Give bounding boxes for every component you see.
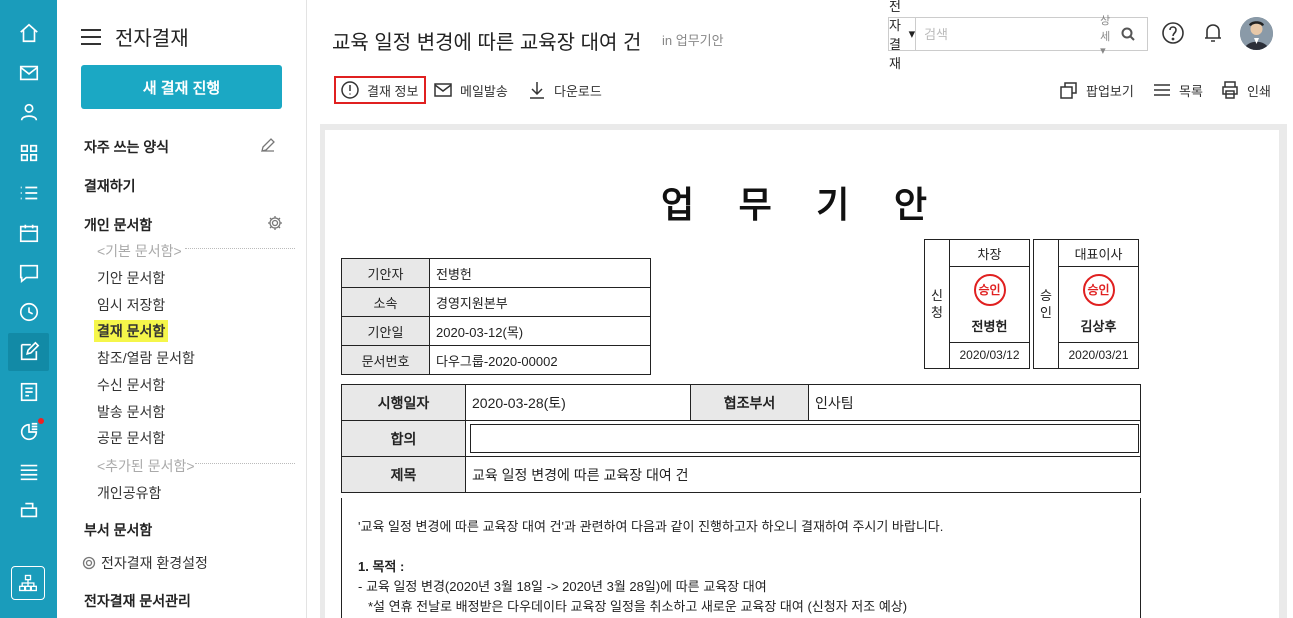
sidebar-settings[interactable]: 전자결재 환경설정: [81, 553, 208, 573]
sidebar-header: 전자결재: [81, 22, 189, 51]
notification-dot: [38, 418, 44, 424]
sidebar-added-category: <추가된 문서함>: [97, 458, 195, 474]
sidebar-item-draft[interactable]: 기안 문서함: [97, 268, 165, 288]
bell-icon[interactable]: [1201, 21, 1225, 45]
print-button[interactable]: 인쇄: [1220, 76, 1271, 104]
send-mail-button[interactable]: 메일발송: [433, 76, 508, 104]
mail-icon: [434, 83, 452, 97]
icon-rail: [0, 0, 57, 618]
sidebar-basic-category: <기본 문서함>: [97, 243, 182, 259]
mail-icon[interactable]: [16, 60, 42, 86]
app: 전자결재 새 결재 진행 자주 쓰는 양식 결재하기 개인 문서함 <기본 문서…: [0, 0, 1293, 618]
list-icon: [1154, 84, 1170, 96]
sidebar-settings-label: 전자결재 환경설정: [101, 555, 208, 571]
clock-icon[interactable]: [16, 299, 42, 325]
approved-stamp: 승인: [1082, 273, 1115, 306]
toolbar: 결재 정보 메일발송 다운로드 팝업보기 목록 인쇄: [307, 68, 1293, 114]
apps-icon[interactable]: [16, 140, 42, 166]
search-scope-select[interactable]: 전자결재 ▾: [889, 0, 917, 71]
menu-icon[interactable]: [81, 28, 101, 45]
calendar-icon[interactable]: [16, 220, 42, 246]
asset-icon[interactable]: [16, 497, 42, 523]
list-button[interactable]: 목록: [1152, 76, 1203, 104]
document-paper: 업 무 기 안 기안자 전병헌 소속 경영지원본부 기안일 2020-03-12(목)…: [325, 130, 1279, 618]
document-title: 업 무 기 안: [660, 185, 944, 226]
divider: [185, 248, 295, 249]
help-icon[interactable]: [1161, 21, 1185, 45]
download-icon: [530, 82, 544, 99]
drafter-info-table: 기안자 전병헌 소속 경영지원본부 기안일 2020-03-12(목) 문서번호 다우그…: [341, 258, 651, 375]
settings-gear-icon: [82, 556, 96, 570]
sidebar-approve[interactable]: 결재하기: [84, 176, 136, 196]
main-content: 교육 일정 변경에 따른 교육장 대여 건 in 업무기안 전자결재 ▾ 상세 …: [307, 0, 1293, 618]
sidebar-item-received[interactable]: 수신 문서함: [97, 375, 165, 395]
sidebar-item-temp[interactable]: 임시 저장함: [97, 295, 165, 315]
approver-approval-box: 승 인 대표이사 승인 김상후 2020/03/21: [1033, 238, 1139, 370]
apply-approval-box: 신 청 차장 승인 전병헌 2020/03/12: [924, 238, 1030, 370]
sidebar-favorites[interactable]: 자주 쓰는 양식: [84, 137, 169, 157]
archive-icon[interactable]: [16, 459, 42, 485]
search-advanced[interactable]: 상세 ▾: [1100, 12, 1111, 57]
list-icon[interactable]: [16, 180, 42, 206]
edit-icon[interactable]: [260, 137, 276, 153]
sidebar-item-reference[interactable]: 참조/열람 문서함: [97, 348, 195, 368]
download-button[interactable]: 다운로드: [527, 76, 602, 104]
approval-info-button[interactable]: 결재 정보: [334, 76, 427, 104]
board-icon[interactable]: [16, 379, 42, 405]
popup-view-button[interactable]: 팝업보기: [1059, 76, 1134, 104]
search-bar: 전자결재 ▾ 상세 ▾: [888, 0, 1148, 71]
user-icon[interactable]: [16, 99, 42, 125]
org-chart-icon[interactable]: [11, 566, 45, 600]
search-input[interactable]: [916, 18, 1101, 50]
printer-icon: [1222, 81, 1238, 99]
gear-icon[interactable]: [267, 215, 283, 231]
sidebar-manage[interactable]: 전자결재 문서관리: [84, 591, 191, 611]
document-main-table: 시행일자 2020-03-28(토) 협조부서 인사팀 합의 제목 교육 일정 …: [341, 384, 1141, 493]
approval-icon[interactable]: [8, 333, 49, 371]
sidebar-item-approval[interactable]: 결재 문서함: [94, 320, 169, 342]
chat-icon[interactable]: [16, 260, 42, 286]
agreement-field: [470, 424, 1139, 453]
info-icon: [341, 81, 359, 99]
document-subject: 교육 일정 변경에 따른 교육장 대여 건: [465, 456, 1141, 493]
avatar[interactable]: [1240, 17, 1273, 50]
divider: [195, 463, 295, 464]
home-icon[interactable]: [16, 20, 42, 46]
sidebar: 전자결재 새 결재 진행 자주 쓰는 양식 결재하기 개인 문서함 <기본 문서…: [57, 0, 307, 618]
sidebar-dept[interactable]: 부서 문서함: [84, 520, 152, 540]
popup-icon: [1060, 82, 1077, 99]
new-approval-button[interactable]: 새 결재 진행: [81, 65, 282, 109]
approved-stamp: 승인: [973, 273, 1006, 306]
document-body: '교육 일정 변경에 따른 교육장 대여 건'과 관련하여 다음과 같이 진행하…: [341, 498, 1141, 618]
page-title: 교육 일정 변경에 따른 교육장 대여 건: [332, 32, 642, 54]
sidebar-title: 전자결재: [115, 28, 189, 50]
sidebar-item-official[interactable]: 공문 문서함: [97, 428, 165, 448]
page-subtitle: in 업무기안: [662, 33, 724, 48]
sidebar-personal[interactable]: 개인 문서함: [84, 215, 152, 235]
sidebar-item-sent[interactable]: 발송 문서함: [97, 402, 165, 422]
sidebar-item-shared[interactable]: 개인공유함: [97, 483, 161, 503]
search-icon[interactable]: [1121, 27, 1135, 41]
document-area: 업 무 기 안 기안자 전병헌 소속 경영지원본부 기안일 2020-03-12(목)…: [320, 124, 1287, 618]
